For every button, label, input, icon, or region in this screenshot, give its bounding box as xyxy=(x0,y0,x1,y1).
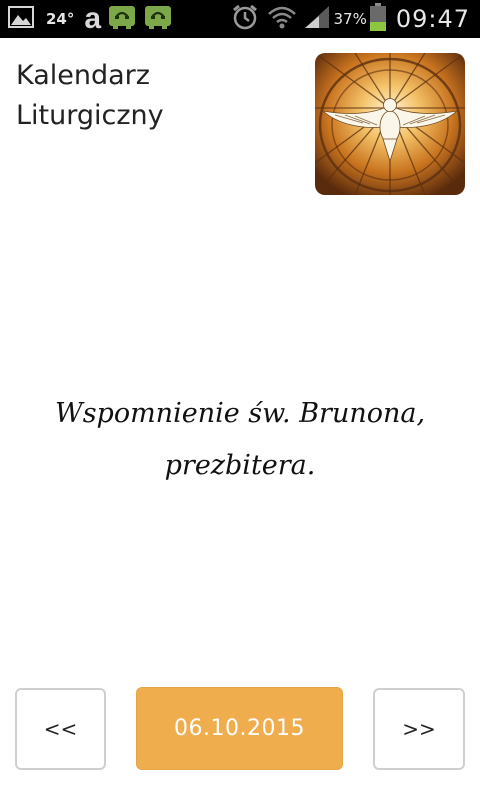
temperature-text: 24° xyxy=(46,10,75,28)
clock-time: 09:47 xyxy=(395,5,470,33)
phone-icon xyxy=(137,4,173,34)
battery-icon xyxy=(369,3,396,35)
phone-icon xyxy=(101,4,137,34)
wifi-icon xyxy=(267,4,303,34)
alarm-icon xyxy=(231,3,267,35)
gallery-icon xyxy=(8,6,34,32)
app-title: Kalendarz Liturgiczny xyxy=(16,60,164,131)
previous-day-button[interactable]: << xyxy=(15,688,106,770)
amazon-icon: a xyxy=(84,2,102,35)
signal-icon xyxy=(303,4,333,34)
status-bar-left: 24° a xyxy=(8,0,173,38)
status-bar-right: 37% 09:47 xyxy=(231,0,470,38)
holy-spirit-dove-icon xyxy=(315,53,465,195)
status-bar: 24° a 37% 09:47 xyxy=(0,0,480,38)
date-button[interactable]: 06.10.2015 xyxy=(136,687,343,770)
feast-description: Wspomnienie św. Brunona, prezbitera. xyxy=(54,398,426,481)
next-day-button[interactable]: >> xyxy=(373,688,465,770)
battery-percent-text: 37% xyxy=(333,10,367,28)
